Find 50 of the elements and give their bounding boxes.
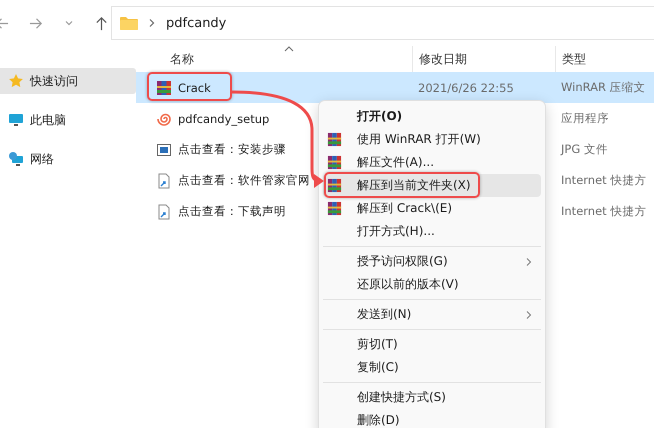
- star-icon: [8, 73, 24, 89]
- archive-icon: [327, 132, 342, 147]
- archive-icon: [327, 201, 342, 216]
- forward-icon[interactable]: [29, 16, 44, 30]
- archive-icon: [156, 80, 172, 96]
- chevron-right-icon[interactable]: [148, 18, 156, 28]
- monitor-icon: [8, 112, 24, 128]
- menu-item[interactable]: 打开方式(H)...: [323, 220, 541, 243]
- menu-item[interactable]: 解压到当前文件夹(X): [323, 174, 541, 197]
- menu-item[interactable]: 授予访问权限(G): [323, 250, 541, 273]
- menu-item[interactable]: 复制(C): [323, 356, 541, 379]
- address-bar[interactable]: pdfcandy: [111, 6, 654, 40]
- image-file-icon: [156, 142, 172, 158]
- menu-item[interactable]: 删除(D): [323, 409, 541, 428]
- type-cell-text: WinRAR 压缩文: [560, 80, 647, 95]
- shortcut-file-icon: [156, 204, 172, 220]
- file-name[interactable]: Crack: [178, 80, 211, 94]
- type-cell-text: Internet 快捷方: [560, 173, 648, 188]
- sidebar-item[interactable]: 快速访问: [0, 68, 136, 94]
- chevron-right-icon: [525, 257, 533, 267]
- folder-icon: [120, 16, 138, 30]
- chevron-down-icon[interactable]: [64, 18, 74, 28]
- file-name[interactable]: 点击查看：安装步骤: [178, 142, 286, 157]
- sidebar-item[interactable]: 此电脑: [0, 107, 136, 133]
- column-header[interactable]: 名称: [136, 46, 412, 72]
- file-name[interactable]: 点击查看：软件管家官网: [178, 173, 310, 188]
- menu-item[interactable]: 解压到 Crack\(E): [323, 197, 541, 220]
- path-segment[interactable]: pdfcandy: [166, 16, 226, 30]
- menu-item[interactable]: 还原以前的版本(V): [323, 273, 541, 296]
- menu-item[interactable]: 创建快捷方式(S): [323, 386, 541, 409]
- menu-item[interactable]: 解压文件(A)...: [323, 151, 541, 174]
- menu-item[interactable]: 发送到(N): [323, 303, 541, 326]
- type-cell-text: JPG 文件: [559, 142, 609, 157]
- file-name[interactable]: 点击查看：下载声明: [178, 204, 286, 219]
- shortcut-file-icon: [156, 172, 172, 188]
- network-icon: [8, 151, 24, 167]
- spiral-icon: [156, 110, 172, 126]
- menu-item[interactable]: 打开(O): [323, 105, 541, 128]
- archive-icon: [327, 178, 342, 193]
- menu-item[interactable]: 使用 WinRAR 打开(W): [323, 128, 541, 151]
- chevron-right-icon: [525, 310, 533, 320]
- sidebar-item[interactable]: 网络: [0, 146, 136, 172]
- archive-icon: [327, 155, 342, 170]
- menu-item[interactable]: 剪切(T): [323, 333, 541, 356]
- type-cell-text: Internet 快捷方: [560, 204, 648, 219]
- file-name[interactable]: pdfcandy_setup: [178, 112, 270, 126]
- type-cell-text: 应用程序: [560, 111, 610, 126]
- date-cell-text: 2021/6/26 22:55: [417, 80, 515, 94]
- sort-caret-icon: [284, 46, 294, 52]
- up-arrow-icon[interactable]: [94, 16, 109, 30]
